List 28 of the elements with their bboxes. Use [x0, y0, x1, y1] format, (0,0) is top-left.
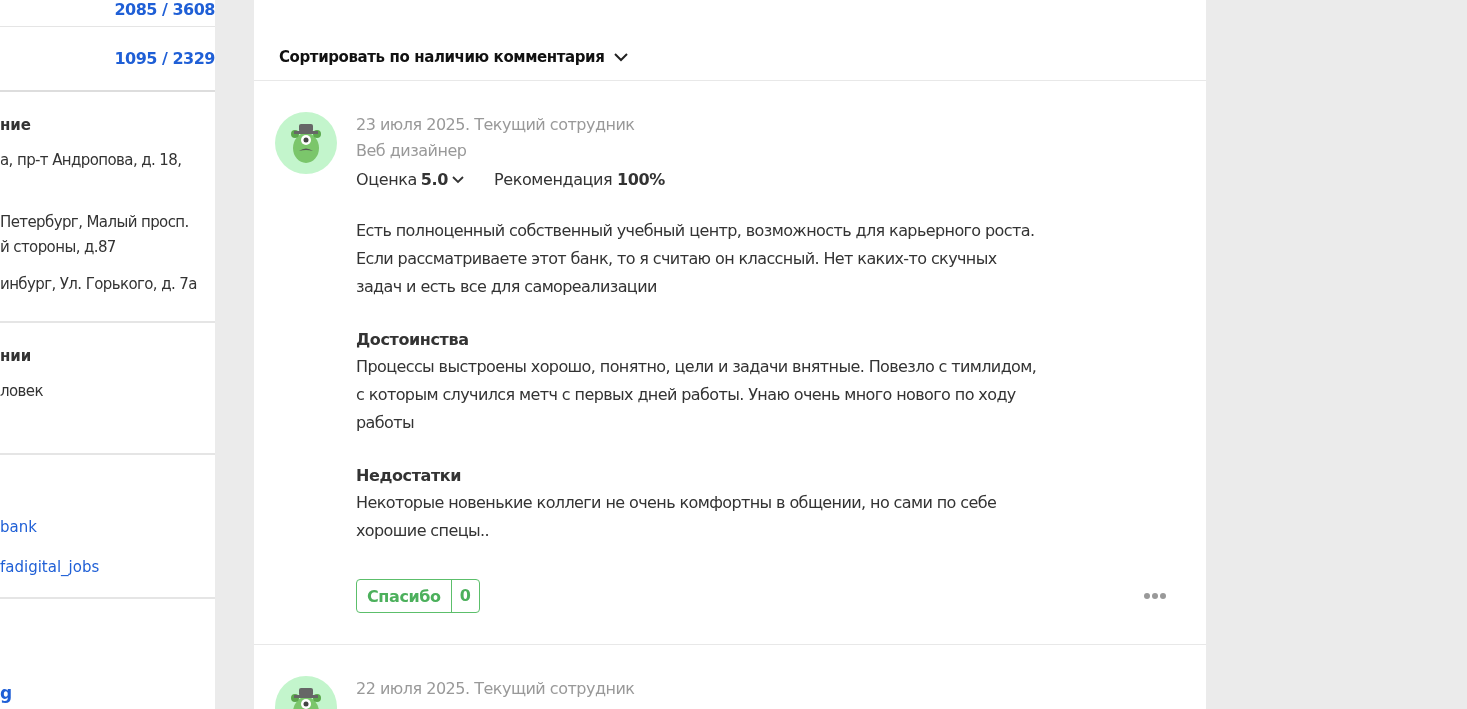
address-line: й стороны, д.87: [0, 237, 117, 258]
review-text: Есть полноценный собственный учебный центр, возможность для карьерного роста. Если рассматриваете этот банк, то я считаю он классный. Нет каких-то скучных задач и есть все для самореализации: [356, 220, 1036, 298]
recommendation-text: Рекомендация 100%: [494, 170, 665, 189]
avatar-icon: [275, 112, 337, 174]
cons-title: Недостатки: [356, 465, 463, 487]
section-title: ние: [0, 116, 33, 134]
social-link[interactable]: bank: [0, 515, 215, 539]
review-date: 22 июля 2025. Текущий сотрудник: [356, 678, 636, 700]
sort-dropdown[interactable]: Сортировать по наличию комментария: [279, 48, 629, 80]
address-line: а, пр-т Андропова, д. 18,: [0, 150, 183, 171]
rating-dropdown[interactable]: Оценка 5.0: [356, 170, 464, 189]
counter-value[interactable]: 2085 / 3608: [114, 0, 215, 19]
thanks-count: 0: [458, 585, 472, 607]
review-date: 23 июля 2025. Текущий сотрудник: [356, 114, 636, 136]
address-line: ловек: [0, 381, 44, 402]
counter-value[interactable]: 1095 / 2329: [114, 49, 215, 68]
address-line: инбург, Ул. Горького, д. 7а: [0, 274, 198, 295]
chevron-down-icon: [614, 52, 629, 62]
chevron-down-icon: [452, 175, 464, 184]
review-position: Веб дизайнер: [356, 140, 468, 162]
pros-text: Процессы выстроены хорошо, понятно, цели и задачи внятные. Повезло с тимлидом, с которым случился метч с первых дней работы. Унаю очень много нового по ходу работы: [356, 356, 1038, 434]
site-link[interactable]: g: [0, 683, 215, 703]
more-icon[interactable]: [1144, 593, 1166, 599]
cons-text: Некоторые новенькие коллеги не очень комфортны в общении, но сами по себе хорошие спецы..: [356, 492, 998, 542]
pros-title: Достоинства: [356, 329, 470, 351]
social-link[interactable]: fadigital_jobs: [0, 555, 215, 579]
address-line: Петербург, Малый просп.: [0, 212, 190, 233]
section-title: нии: [0, 347, 33, 365]
